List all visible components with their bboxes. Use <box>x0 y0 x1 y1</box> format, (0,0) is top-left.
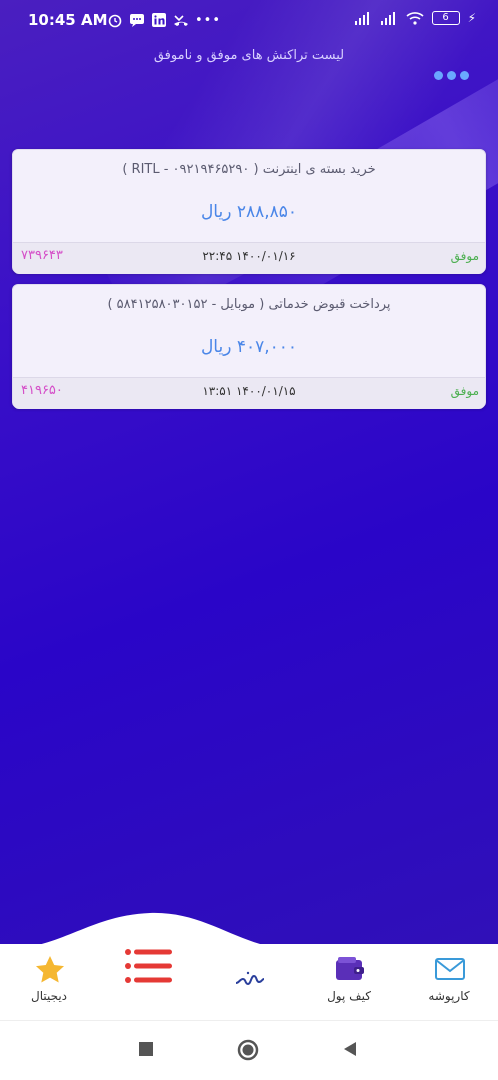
system-indicators: 6 ⚡ <box>354 11 476 25</box>
wallet-icon <box>336 957 364 980</box>
back-button[interactable] <box>342 1041 358 1057</box>
missed-call-icon <box>174 15 188 26</box>
nav-digital-label: دیجیتال <box>30 989 68 1003</box>
more-options-icon[interactable] <box>434 71 469 80</box>
transaction-amount: ۴۰۷,۰۰۰ ریال <box>200 337 298 357</box>
nav-folder-label: کارپوشه <box>428 989 470 1003</box>
transaction-card[interactable]: پرداخت قبوض خدماتی ( موبایل - ۵۸۴۱۲۵۸۰۳۰… <box>12 284 486 409</box>
transaction-amount: ۲۸۸,۸۵۰ ریال <box>200 202 298 222</box>
transaction-meta: موفق ۲۲:۴۵ ۱۴۰۰/۰۱/۱۶ ۷۳۹۶۴۳ <box>13 242 485 274</box>
page-title: لیست تراکنش های موفق و ناموفق <box>153 48 345 63</box>
recent-apps-button[interactable] <box>138 1041 154 1057</box>
notification-icons: ••• <box>107 12 221 28</box>
transaction-datetime: ۱۳:۵۱ ۱۴۰۰/۰۱/۱۵ <box>202 384 296 398</box>
nav-wallet[interactable]: کیف پول <box>304 944 394 1020</box>
bottom-navigation: دیجیتال کیف پول کارپوشه <box>0 944 498 1020</box>
nav-folder[interactable]: کارپوشه <box>404 944 494 1020</box>
transaction-reference: ۴۱۹۶۵۰ <box>21 383 63 398</box>
signal-icon-2 <box>380 12 395 25</box>
transaction-description: خرید بسته ی اینترنت ( RITL - ۰۹۲۱۹۴۶۵۲۹۰… <box>122 162 376 177</box>
signal-icon <box>354 12 369 25</box>
app-background: 10:45 AM ••• 6 ⚡ لیست تراکنش های موفق و … <box>0 0 498 945</box>
transaction-reference: ۷۳۹۶۴۳ <box>21 248 63 263</box>
star-icon <box>36 956 64 983</box>
more-notifications-icon: ••• <box>195 12 222 28</box>
transaction-datetime: ۲۲:۴۵ ۱۴۰۰/۰۱/۱۶ <box>202 249 296 263</box>
wifi-icon <box>406 12 424 25</box>
alarm-icon <box>108 14 122 28</box>
home-button[interactable] <box>237 1039 259 1061</box>
message-icon <box>130 14 144 27</box>
battery-icon: 6 <box>431 11 460 25</box>
envelope-icon <box>435 958 465 980</box>
status-time: 10:45 AM <box>28 11 108 29</box>
system-navigation-bar <box>0 1020 498 1080</box>
status-bar: 10:45 AM ••• 6 ⚡ <box>0 0 498 40</box>
app-logo-icon <box>235 971 265 986</box>
nav-menu[interactable] <box>104 944 194 1020</box>
nav-digital[interactable]: دیجیتال <box>4 944 94 1020</box>
nav-wallet-label: کیف پول <box>327 989 371 1003</box>
nav-home-logo[interactable] <box>204 944 294 1020</box>
menu-icon <box>125 949 172 983</box>
transaction-card[interactable]: خرید بسته ی اینترنت ( RITL - ۰۹۲۱۹۴۶۵۲۹۰… <box>12 149 486 274</box>
transaction-description: پرداخت قبوض خدماتی ( موبایل - ۵۸۴۱۲۵۸۰۳۰… <box>107 297 391 312</box>
charging-icon: ⚡ <box>467 11 476 25</box>
linkedin-icon <box>152 13 166 27</box>
transaction-meta: موفق ۱۳:۵۱ ۱۴۰۰/۰۱/۱۵ ۴۱۹۶۵۰ <box>13 377 485 409</box>
